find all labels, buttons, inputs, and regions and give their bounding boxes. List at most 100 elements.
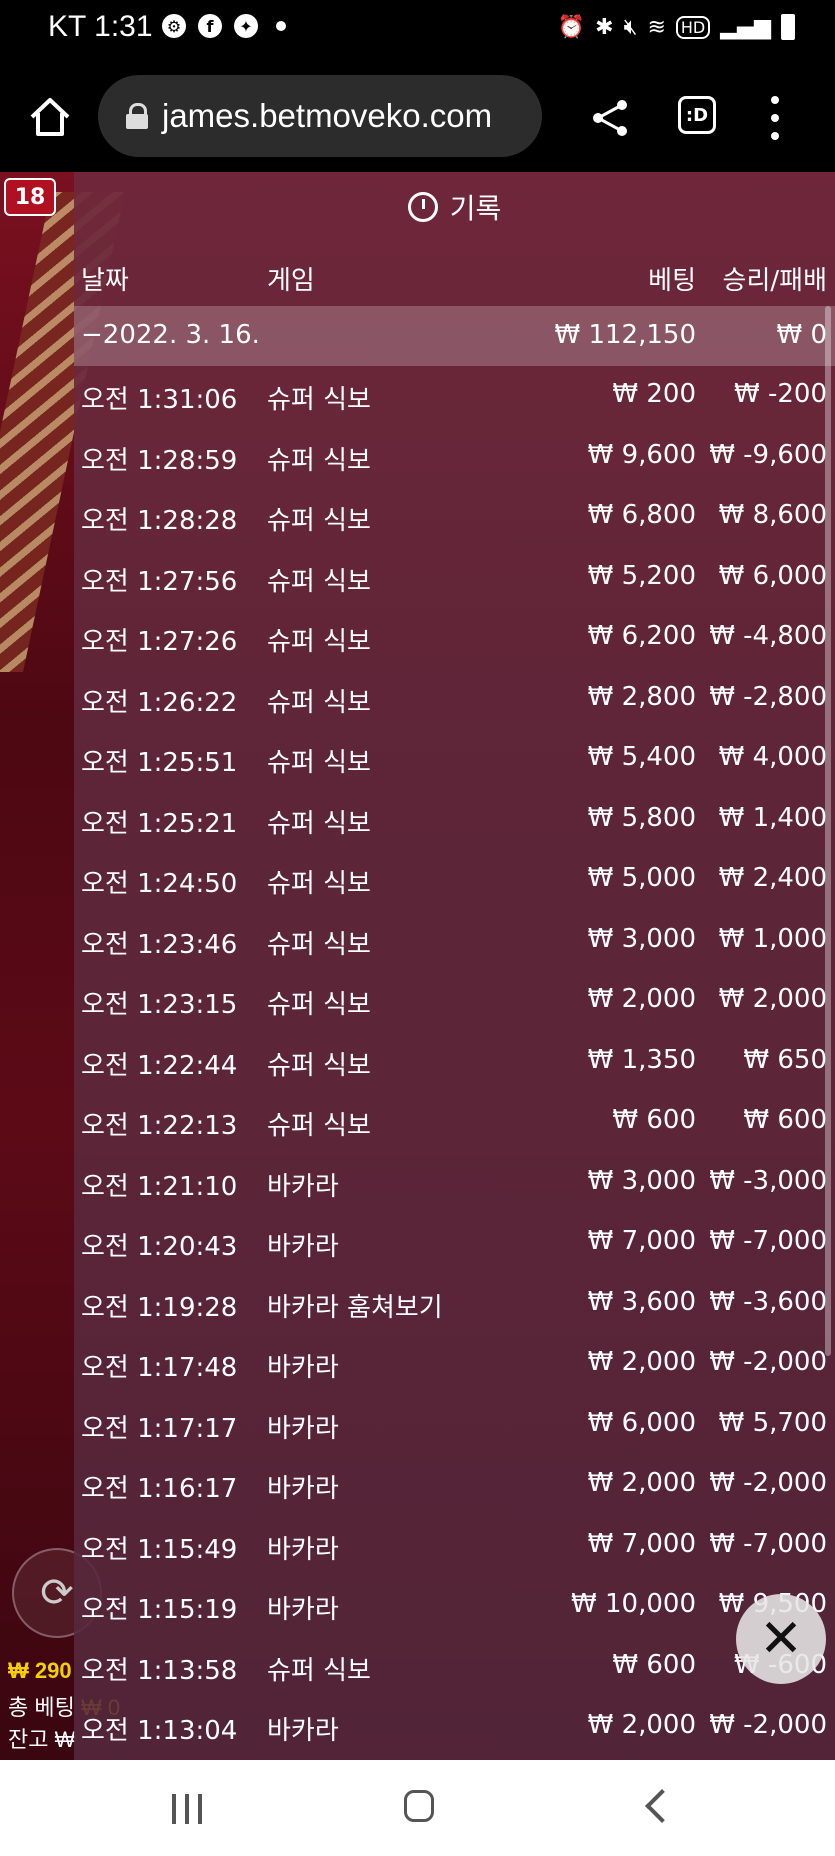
row-time: 오전 1:19:28 bbox=[81, 1292, 238, 1323]
summary-result: ₩ 0 bbox=[776, 320, 827, 350]
repeat-icon: ⟳ bbox=[40, 1570, 74, 1616]
history-row[interactable]: 오전 1:19:28 바카라 훔쳐보기 ₩ 3,600 ₩ -3,600 bbox=[74, 1274, 835, 1335]
row-result: ₩ 2,000 bbox=[718, 984, 827, 1014]
row-time: 오전 1:23:15 bbox=[81, 990, 238, 1020]
recents-icon[interactable] bbox=[172, 1794, 202, 1824]
history-row[interactable]: 오전 1:24:50 슈퍼 식보 ₩ 5,000 ₩ 2,400 bbox=[74, 850, 835, 911]
history-row[interactable]: 오전 1:27:26 슈퍼 식보 ₩ 6,200 ₩ -4,800 bbox=[74, 608, 835, 669]
row-result: ₩ -9,600 bbox=[709, 439, 827, 470]
row-game: 슈퍼 식보 bbox=[267, 929, 371, 960]
nav-home-icon[interactable] bbox=[404, 1790, 434, 1822]
settings-badge-icon: ⚙ bbox=[162, 14, 186, 38]
system-icons: ⏰ ✱ 🔇︎ ≋ HD ▂▄▆ bbox=[558, 14, 795, 40]
row-bet: ₩ 5,800 bbox=[587, 802, 696, 833]
tabs-button[interactable]: :D bbox=[678, 96, 716, 134]
row-bet: ₩ 3,000 bbox=[587, 923, 696, 954]
history-row[interactable]: 오전 1:22:13 슈퍼 식보 ₩ 600 ₩ 600 bbox=[74, 1092, 835, 1153]
history-row[interactable]: 오전 1:20:43 바카라 ₩ 7,000 ₩ -7,000 bbox=[74, 1213, 835, 1274]
date-summary-row[interactable]: −2022. 3. 16. ₩ 112,150 ₩ 0 bbox=[74, 306, 835, 366]
history-row[interactable]: 오전 1:28:59 슈퍼 식보 ₩ 9,600 ₩ -9,600 bbox=[74, 427, 835, 488]
row-result: ₩ 650 bbox=[743, 1044, 827, 1075]
row-result: ₩ -2,000 bbox=[709, 1347, 827, 1377]
row-game: 슈퍼 식보 bbox=[267, 1655, 371, 1686]
row-result: ₩ -200 bbox=[734, 379, 827, 409]
row-bet: ₩ 7,000 bbox=[587, 1528, 696, 1559]
row-time: 오전 1:28:59 bbox=[81, 445, 238, 476]
row-game: 슈퍼 식보 bbox=[267, 1050, 371, 1081]
game-area: 18 ⟳ ₩ 290 총 베팅 ₩ 0 잔고 ₩ 기록 날짜 게임 베팅 승리/… bbox=[0, 172, 835, 1760]
row-game: 슈퍼 식보 bbox=[267, 808, 371, 839]
share-icon[interactable] bbox=[590, 98, 630, 138]
row-result: ₩ -2,000 bbox=[709, 1468, 827, 1498]
history-row[interactable]: 오전 1:23:15 슈퍼 식보 ₩ 2,000 ₩ 2,000 bbox=[74, 971, 835, 1032]
row-result: ₩ 600 bbox=[743, 1105, 827, 1135]
row-game: 바카라 bbox=[267, 1413, 339, 1444]
row-time: 오전 1:20:43 bbox=[81, 1232, 238, 1262]
back-icon[interactable] bbox=[645, 1789, 679, 1823]
history-row[interactable]: 오전 1:13:58슈퍼 식보₩ 600₩ -600 bbox=[74, 1637, 835, 1698]
more-notifications-dot bbox=[276, 21, 286, 31]
row-bet: ₩ 9,600 bbox=[587, 439, 696, 470]
history-row[interactable]: 오전 1:17:17 바카라 ₩ 6,000 ₩ 5,700 bbox=[74, 1395, 835, 1456]
row-result: ₩ -7,000 bbox=[709, 1226, 827, 1256]
history-table-header: 날짜 게임 베팅 승리/패배 bbox=[74, 242, 835, 306]
alarm-icon: ⏰ bbox=[557, 14, 586, 40]
history-row[interactable]: 오전 1:17:48 바카라 ₩ 2,000 ₩ -2,000 bbox=[74, 1334, 835, 1395]
row-game: 슈퍼 식보 bbox=[267, 990, 371, 1020]
browser-toolbar: james.betmoveko.com :D bbox=[0, 62, 835, 172]
row-time: 오전 1:15:49 bbox=[81, 1534, 238, 1565]
row-game: 슈퍼 식보 bbox=[267, 385, 371, 415]
history-row[interactable]: 오전 1:31:06 슈퍼 식보 ₩ 200 ₩ -200 bbox=[74, 366, 835, 427]
row-bet: ₩ 200 bbox=[612, 379, 696, 409]
row-bet: ₩ 3,000 bbox=[587, 1165, 696, 1196]
history-row[interactable]: 오전 1:26:22 슈퍼 식보 ₩ 2,800 ₩ -2,800 bbox=[74, 669, 835, 730]
row-bet: ₩ 3,600 bbox=[587, 1286, 696, 1317]
history-row[interactable]: 오전 1:15:49 바카라 ₩ 7,000 ₩ -7,000 bbox=[74, 1516, 835, 1577]
row-bet: ₩ 10,000 bbox=[571, 1589, 696, 1619]
notification-icons: ⚙ f ✦ bbox=[162, 14, 286, 38]
history-title: 기록 bbox=[74, 172, 835, 242]
home-icon[interactable] bbox=[28, 95, 72, 139]
history-row[interactable]: 오전 1:21:10 바카라 ₩ 3,000 ₩ -3,000 bbox=[74, 1153, 835, 1214]
header-bet: 베팅 bbox=[648, 266, 696, 296]
row-bet: ₩ 2,000 bbox=[587, 984, 696, 1014]
row-game: 바카라 bbox=[267, 1171, 339, 1202]
row-game: 슈퍼 식보 bbox=[267, 566, 371, 597]
close-history-button[interactable]: ✕ bbox=[736, 1594, 826, 1684]
history-row[interactable]: 오전 1:22:44 슈퍼 식보 ₩ 1,350 ₩ 650 bbox=[74, 1032, 835, 1093]
row-time: 오전 1:15:19 bbox=[81, 1595, 238, 1625]
row-time: 오전 1:24:50 bbox=[81, 869, 238, 899]
row-bet: ₩ 2,000 bbox=[587, 1710, 696, 1740]
row-bet: ₩ 600 bbox=[612, 1649, 696, 1680]
row-result: ₩ 8,600 bbox=[718, 500, 827, 530]
row-time: 오전 1:16:17 bbox=[81, 1474, 238, 1504]
row-time: 오전 1:22:44 bbox=[81, 1050, 238, 1081]
row-time: 오전 1:23:46 bbox=[81, 929, 238, 960]
row-game: 슈퍼 식보 bbox=[267, 445, 371, 476]
history-row[interactable]: 오전 1:13:04 바카라 ₩ 2,000 ₩ -2,000 bbox=[74, 1697, 835, 1758]
row-bet: ₩ 7,000 bbox=[587, 1226, 696, 1256]
history-row[interactable]: 오전 1:28:28 슈퍼 식보 ₩ 6,800 ₩ 8,600 bbox=[74, 487, 835, 548]
row-result: ₩ -2,800 bbox=[709, 681, 827, 712]
balance-amount: ₩ 290 bbox=[8, 1658, 72, 1683]
row-time: 오전 1:13:04 bbox=[81, 1716, 238, 1746]
history-row[interactable]: 오전 1:25:51 슈퍼 식보 ₩ 5,400 ₩ 4,000 bbox=[74, 729, 835, 790]
history-rows: 오전 1:31:06 슈퍼 식보 ₩ 200 ₩ -200 오전 1:28:59 슈퍼 식… bbox=[74, 366, 835, 1758]
overflow-menu-icon[interactable] bbox=[770, 96, 780, 140]
mute-icon: 🔇︎ bbox=[623, 14, 638, 40]
history-row[interactable]: 오전 1:27:56 슈퍼 식보 ₩ 5,200 ₩ 6,000 bbox=[74, 548, 835, 609]
row-result: ₩ 4,000 bbox=[718, 742, 827, 772]
row-result: ₩ 6,000 bbox=[718, 560, 827, 591]
history-row[interactable]: 오전 1:15:19바카라₩ 10,000₩ 9,500 bbox=[74, 1576, 835, 1637]
address-bar[interactable]: james.betmoveko.com bbox=[98, 75, 542, 157]
row-result: ₩ -3,600 bbox=[709, 1286, 827, 1317]
history-row[interactable]: 오전 1:25:21 슈퍼 식보 ₩ 5,800 ₩ 1,400 bbox=[74, 790, 835, 851]
row-time: 오전 1:25:21 bbox=[81, 808, 238, 839]
history-row[interactable]: 오전 1:23:46 슈퍼 식보 ₩ 3,000 ₩ 1,000 bbox=[74, 911, 835, 972]
header-game: 게임 bbox=[267, 266, 315, 296]
history-scrollbar[interactable] bbox=[825, 306, 831, 1356]
row-game: 슈퍼 식보 bbox=[267, 1111, 371, 1141]
history-row[interactable]: 오전 1:16:17 바카라 ₩ 2,000 ₩ -2,000 bbox=[74, 1455, 835, 1516]
row-game: 바카라 bbox=[267, 1232, 339, 1262]
row-result: ₩ 5,700 bbox=[718, 1407, 827, 1438]
